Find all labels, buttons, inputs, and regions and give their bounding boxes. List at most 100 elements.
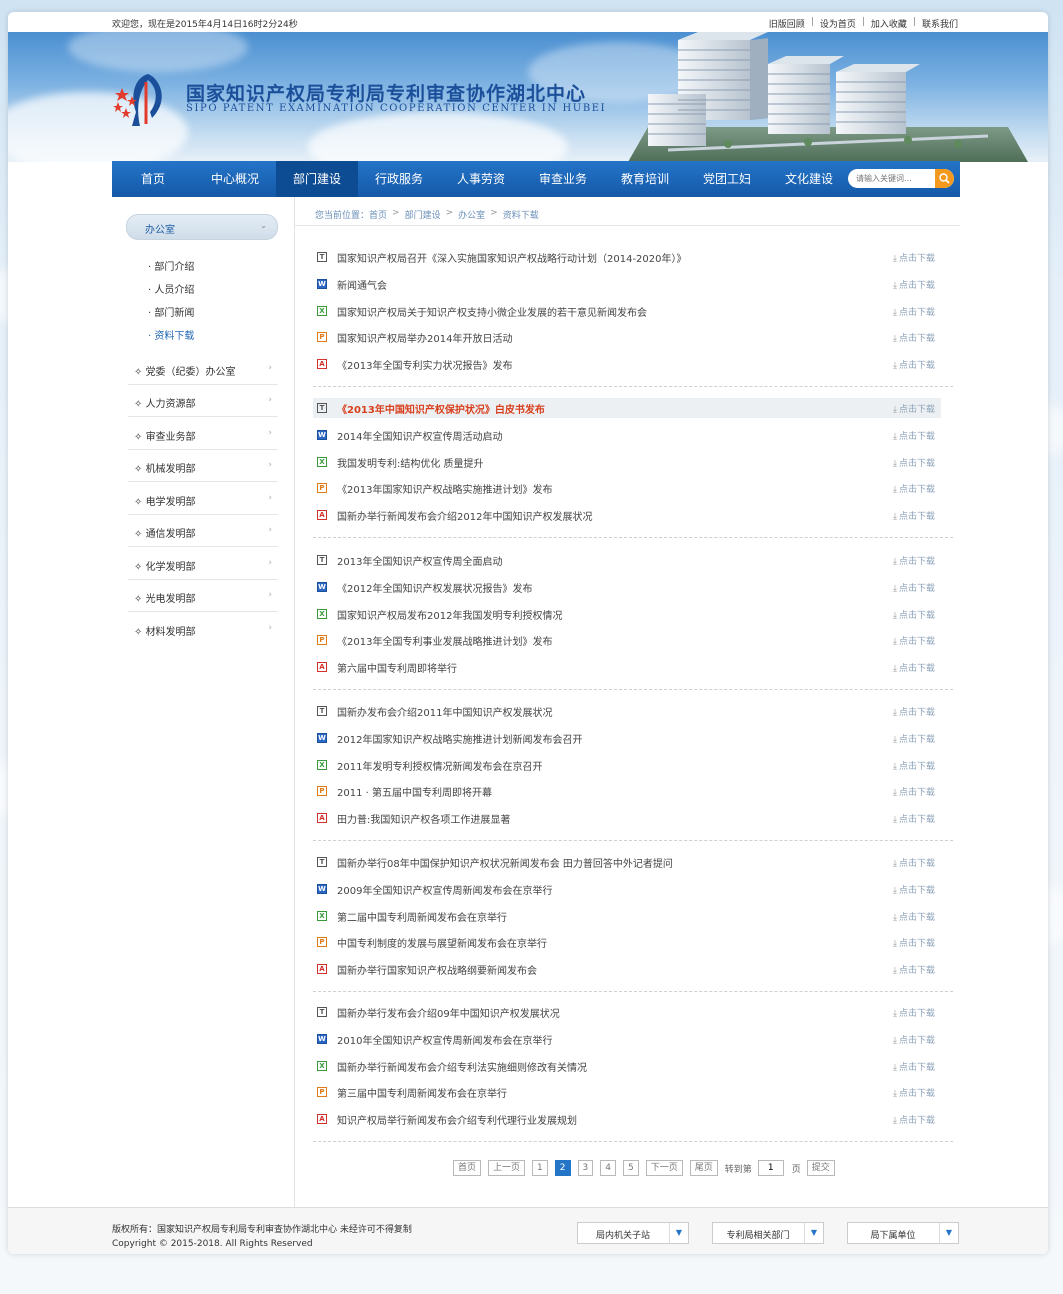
file-title-link[interactable]: 2009年全国知识产权宣传周新闻发布会在京举行 (337, 882, 552, 897)
sidebar-group[interactable]: ✧ 党委（纪委）办公室 › (128, 352, 278, 385)
link-old-version[interactable]: 旧版回顾 (769, 17, 805, 30)
file-title-link[interactable]: 《2013年全国专利事业发展战略推进计划》发布 (337, 633, 552, 648)
download-link[interactable]: ⤓ 点击下载 (893, 812, 935, 825)
download-link[interactable]: ⤓ 点击下载 (893, 1060, 935, 1073)
file-row[interactable]: X 我国发明专利:结构优化 质量提升 ⤓ 点击下载 (313, 452, 941, 472)
nav-home[interactable]: 首页 (112, 161, 194, 197)
page-number[interactable]: 4 (600, 1160, 616, 1176)
file-row[interactable]: A 国新办举行新闻发布会介绍2012年中国知识产权发展状况 ⤓ 点击下载 (313, 505, 941, 525)
file-title-link[interactable]: 《2012年全国知识产权发展状况报告》发布 (337, 580, 532, 595)
nav-personnel[interactable]: 人事劳资 (440, 161, 522, 197)
page-number[interactable]: 3 (577, 1160, 594, 1176)
download-link[interactable]: ⤓ 点击下载 (893, 732, 935, 745)
file-title-link[interactable]: 国家知识产权局发布2012年我国发明专利授权情况 (337, 607, 562, 622)
sidebar-sub-item[interactable]: · 部门介绍 (148, 258, 194, 273)
sidebar-current-section[interactable]: 办公室 ⌄ (126, 214, 278, 240)
file-row[interactable]: P 第三届中国专利周新闻发布会在京举行 ⤓ 点击下载 (313, 1082, 941, 1102)
goto-submit-button[interactable]: 提交 (806, 1160, 835, 1176)
file-row[interactable]: X 2011年发明专利授权情况新闻发布会在京召开 ⤓ 点击下载 (313, 755, 941, 775)
file-row[interactable]: W 2012年国家知识产权战略实施推进计划新闻发布会召开 ⤓ 点击下载 (313, 728, 941, 748)
file-title-link[interactable]: 第三届中国专利周新闻发布会在京举行 (337, 1085, 507, 1100)
download-link[interactable]: ⤓ 点击下载 (893, 482, 935, 495)
page-prev-button[interactable]: 上一页 (488, 1160, 526, 1176)
download-link[interactable]: ⤓ 点击下载 (893, 1086, 935, 1099)
file-row[interactable]: X 国新办举行新闻发布会介绍专利法实施细则修改有关情况 ⤓ 点击下载 (313, 1056, 941, 1076)
file-row[interactable]: A 知识产权局举行新闻发布会介绍专利代理行业发展规划 ⤓ 点击下载 (313, 1109, 941, 1129)
nav-department[interactable]: 部门建设 (276, 161, 358, 197)
file-title-link[interactable]: 《2013年中国知识产权保护状况》白皮书发布 (337, 401, 545, 416)
download-link[interactable]: ⤓ 点击下载 (893, 331, 935, 344)
file-title-link[interactable]: 2011年发明专利授权情况新闻发布会在京召开 (337, 758, 542, 773)
search-button[interactable] (935, 169, 954, 188)
link-set-homepage[interactable]: 设为首页 (820, 17, 856, 30)
file-row[interactable]: P 《2013年国家知识产权战略实施推进计划》发布 ⤓ 点击下载 (313, 478, 941, 498)
download-link[interactable]: ⤓ 点击下载 (893, 1113, 935, 1126)
file-row[interactable]: X 国家知识产权局发布2012年我国发明专利授权情况 ⤓ 点击下载 (313, 604, 941, 624)
download-link[interactable]: ⤓ 点击下载 (893, 608, 935, 621)
download-link[interactable]: ⤓ 点击下载 (893, 963, 935, 976)
sidebar-group[interactable]: ✧ 光电发明部 › (128, 579, 278, 612)
download-link[interactable]: ⤓ 点击下载 (893, 278, 935, 291)
sidebar-sub-item-current[interactable]: · 资料下载 (148, 327, 194, 342)
sidebar-group[interactable]: ✧ 电学发明部 › (128, 482, 278, 515)
file-row[interactable]: P 国家知识产权局举办2014年开放日活动 ⤓ 点击下载 (313, 327, 941, 347)
download-link[interactable]: ⤓ 点击下载 (893, 358, 935, 371)
file-title-link[interactable]: 知识产权局举行新闻发布会介绍专利代理行业发展规划 (337, 1112, 577, 1127)
file-row[interactable]: P 《2013年全国专利事业发展战略推进计划》发布 ⤓ 点击下载 (313, 630, 941, 650)
file-title-link[interactable]: 2012年国家知识产权战略实施推进计划新闻发布会召开 (337, 731, 582, 746)
sidebar-group[interactable]: ✧ 审查业务部 › (128, 417, 278, 450)
file-row[interactable]: P 2011 · 第五届中国专利周即将开幕 ⤓ 点击下载 (313, 781, 941, 801)
file-title-link[interactable]: 国新办举行国家知识产权战略纲要新闻发布会 (337, 962, 537, 977)
nav-culture[interactable]: 文化建设 (768, 161, 850, 197)
download-link[interactable]: ⤓ 点击下载 (893, 1006, 935, 1019)
sidebar-group[interactable]: ✧ 通信发明部 › (128, 514, 278, 547)
file-title-link[interactable]: 2011 · 第五届中国专利周即将开幕 (337, 784, 492, 799)
download-link[interactable]: ⤓ 点击下载 (893, 429, 935, 442)
sidebar-group[interactable]: ✧ 人力资源部 › (128, 384, 278, 417)
download-link[interactable]: ⤓ 点击下载 (893, 856, 935, 869)
file-row[interactable]: T 2013年全国知识产权宣传周全面启动 ⤓ 点击下载 (313, 550, 941, 570)
file-row[interactable]: P 中国专利制度的发展与展望新闻发布会在京举行 ⤓ 点击下载 (313, 932, 941, 952)
download-link[interactable]: ⤓ 点击下载 (893, 251, 935, 264)
sidebar-group[interactable]: ✧ 化学发明部 › (128, 547, 278, 580)
page-number[interactable]: 5 (622, 1160, 639, 1176)
file-row[interactable]: W 2010年全国知识产权宣传周新闻发布会在京举行 ⤓ 点击下载 (313, 1029, 941, 1049)
file-title-link[interactable]: 国新办举行新闻发布会介绍2012年中国知识产权发展状况 (337, 508, 592, 523)
file-row[interactable]: T 国新办举行08年中国保护知识产权状况新闻发布会 田力普回答中外记者提问 ⤓ 点击下… (313, 852, 941, 872)
file-title-link[interactable]: 第二届中国专利周新闻发布会在京举行 (337, 909, 507, 924)
file-row[interactable]: A 第六届中国专利周即将举行 ⤓ 点击下载 (313, 657, 941, 677)
footer-select-related-departments[interactable]: 专利局相关部门 ▼ (712, 1222, 824, 1244)
file-row[interactable]: X 国家知识产权局关于知识产权支持小微企业发展的若干意见新闻发布会 ⤓ 点击下载 (313, 301, 941, 321)
sidebar-group[interactable]: ✧ 材料发明部 › (128, 612, 278, 644)
file-title-link[interactable]: 第六届中国专利周即将举行 (337, 660, 457, 675)
download-link[interactable]: ⤓ 点击下载 (893, 581, 935, 594)
page-number[interactable]: 1 (532, 1160, 548, 1176)
file-title-link[interactable]: 《2013年全国专利实力状况报告》发布 (337, 357, 512, 372)
sidebar-group[interactable]: ✧ 机械发明部 › (128, 449, 278, 482)
file-title-link[interactable]: 国家知识产权局举办2014年开放日活动 (337, 330, 512, 345)
download-link[interactable]: ⤓ 点击下载 (893, 634, 935, 647)
nav-party-union[interactable]: 党团工妇 (686, 161, 768, 197)
download-link[interactable]: ⤓ 点击下载 (893, 936, 935, 949)
download-link[interactable]: ⤓ 点击下载 (893, 509, 935, 522)
file-title-link[interactable]: 中国专利制度的发展与展望新闻发布会在京举行 (337, 935, 547, 950)
page-number-current[interactable]: 2 (554, 1160, 571, 1176)
file-row[interactable]: T 《2013年中国知识产权保护状况》白皮书发布 ⤓ 点击下载 (313, 398, 941, 418)
file-title-link[interactable]: 2010年全国知识产权宣传周新闻发布会在京举行 (337, 1032, 552, 1047)
download-link[interactable]: ⤓ 点击下载 (893, 785, 935, 798)
file-title-link[interactable]: 国新办发布会介绍2011年中国知识产权发展状况 (337, 704, 552, 719)
file-row[interactable]: A 国新办举行国家知识产权战略纲要新闻发布会 ⤓ 点击下载 (313, 959, 941, 979)
file-row[interactable]: T 国家知识产权局召开《深入实施国家知识产权战略行动计划（2014-2020年）》… (313, 247, 941, 267)
nav-admin-service[interactable]: 行政服务 (358, 161, 440, 197)
sidebar-sub-item[interactable]: · 人员介绍 (148, 281, 194, 296)
file-title-link[interactable]: 我国发明专利:结构优化 质量提升 (337, 455, 484, 470)
file-row[interactable]: W 《2012年全国知识产权发展状况报告》发布 ⤓ 点击下载 (313, 577, 941, 597)
footer-select-subordinate-units[interactable]: 局下属单位 ▼ (847, 1222, 959, 1244)
download-link[interactable]: ⤓ 点击下载 (893, 305, 935, 318)
download-link[interactable]: ⤓ 点击下载 (893, 883, 935, 896)
page-last-button[interactable]: 尾页 (689, 1160, 718, 1176)
file-title-link[interactable]: 国新办举行发布会介绍09年中国知识产权发展状况 (337, 1005, 560, 1020)
download-link[interactable]: ⤓ 点击下载 (893, 1033, 935, 1046)
breadcrumb-link[interactable]: 部门建设 (405, 208, 441, 221)
page-next-button[interactable]: 下一页 (645, 1160, 683, 1176)
